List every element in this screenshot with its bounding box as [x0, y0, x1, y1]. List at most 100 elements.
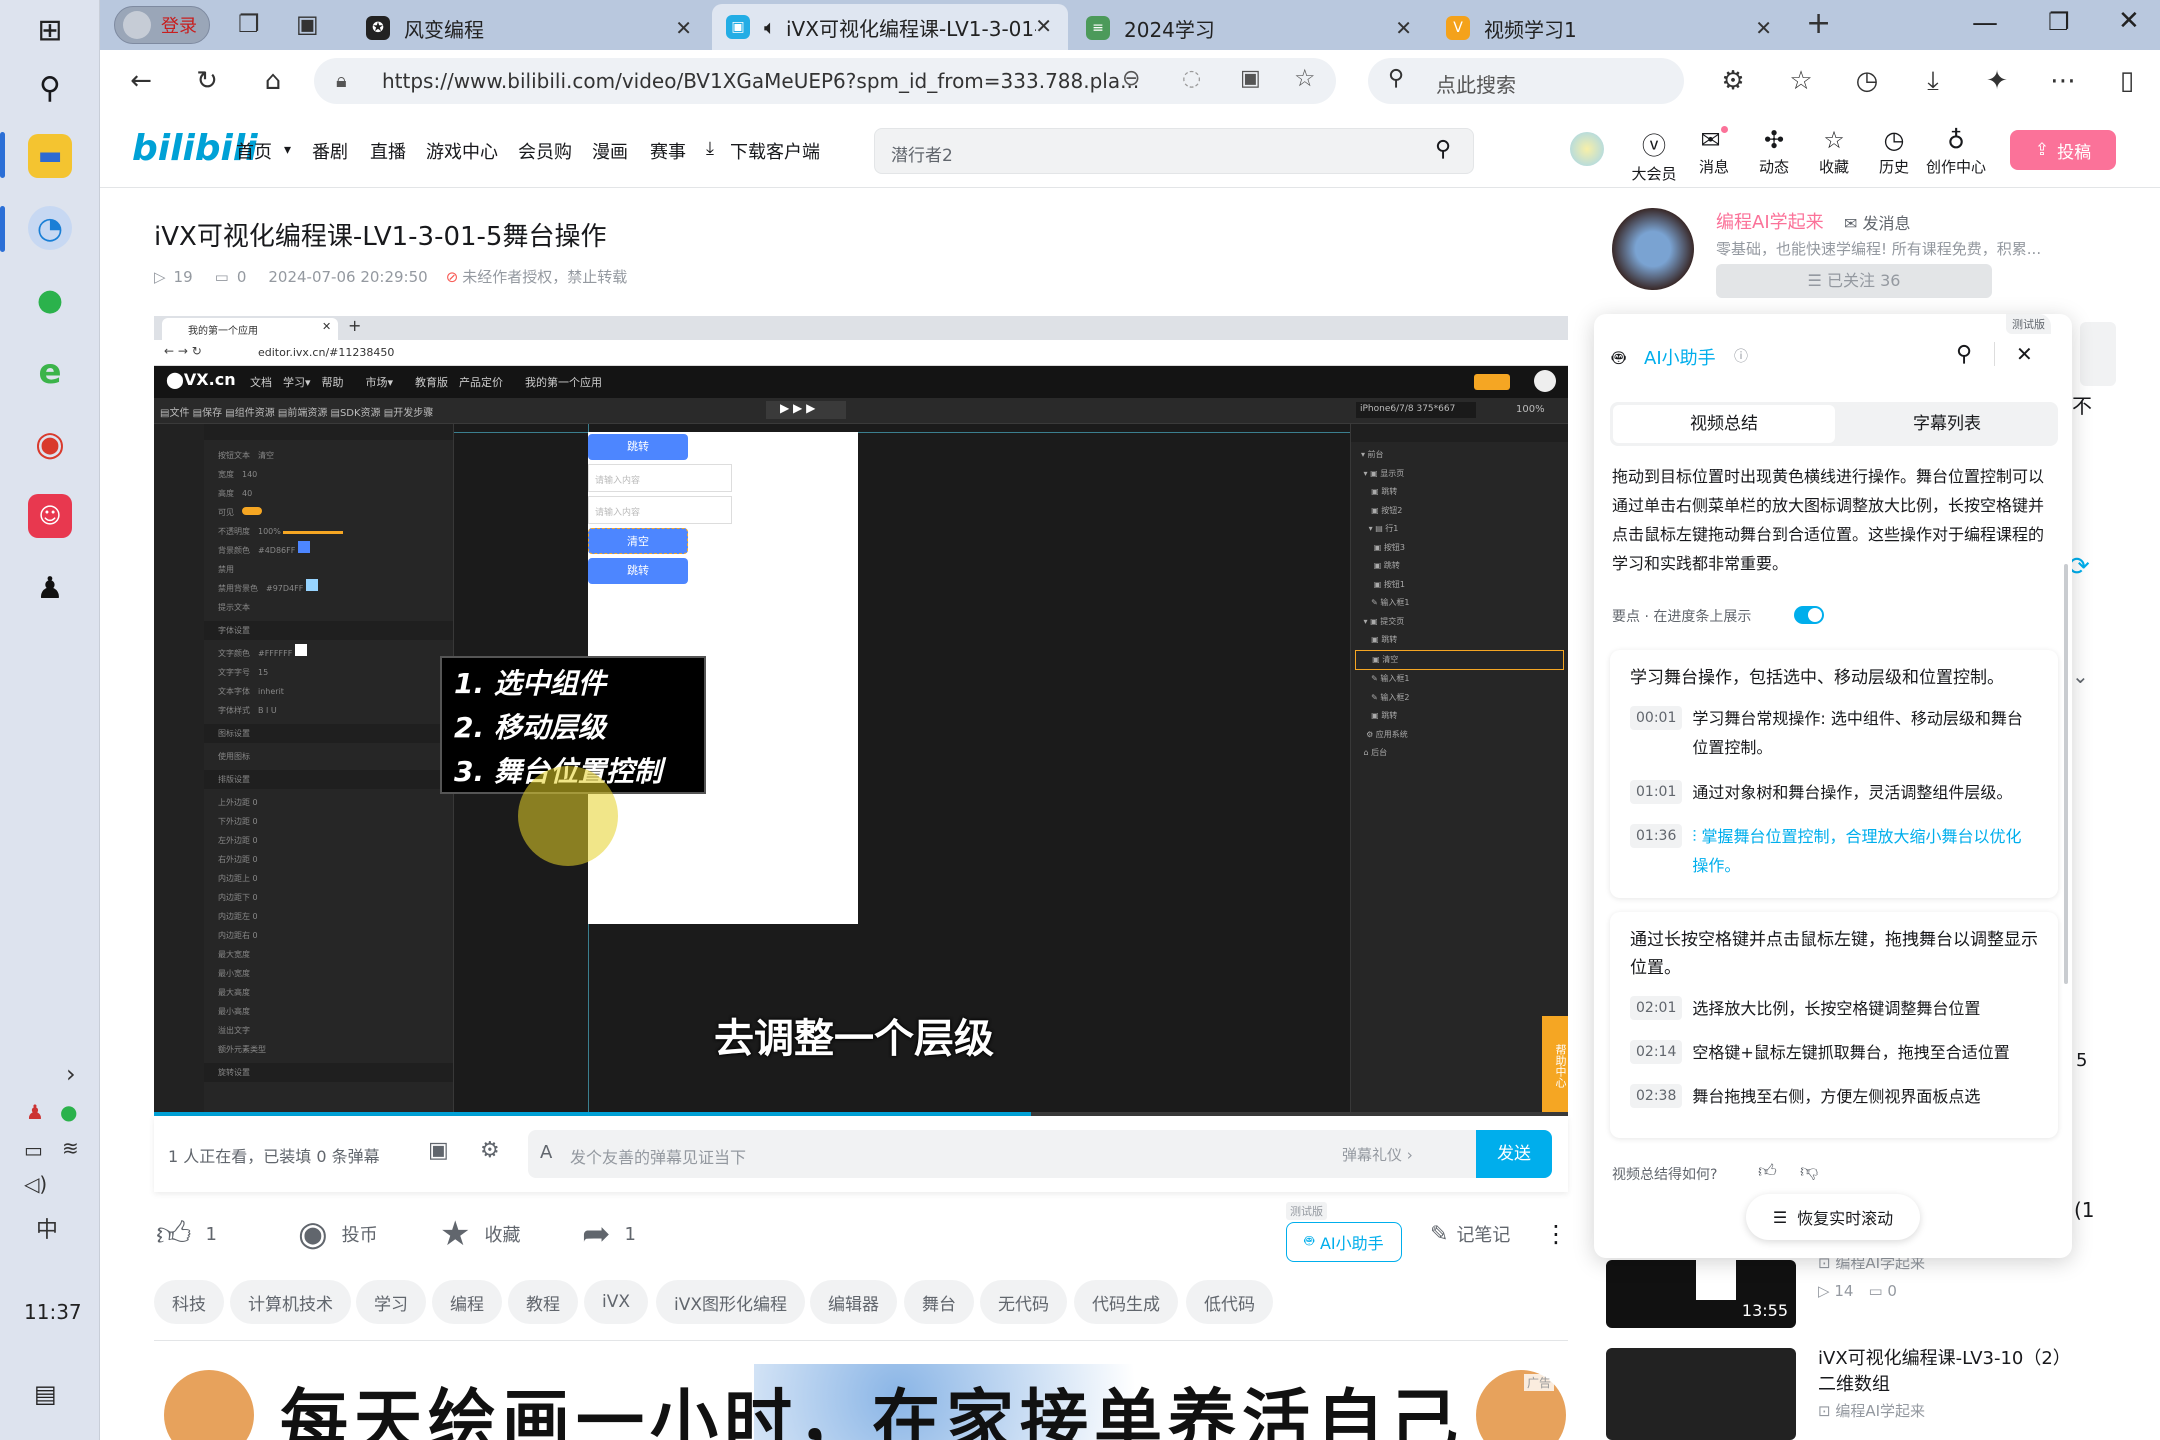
extensions-icon[interactable]: ⚙	[1712, 60, 1754, 102]
tag[interactable]: 编程	[432, 1280, 502, 1324]
speaker-icon[interactable]: 🔈︎	[764, 15, 776, 39]
close-window-icon[interactable]: ✕	[2118, 6, 2140, 36]
browser-search-box[interactable]: ⚲ 点此搜索	[1368, 58, 1684, 104]
tag[interactable]: 教程	[508, 1280, 578, 1324]
edge-spin-icon[interactable]: ◌	[1182, 66, 1201, 91]
history-nav[interactable]: ◷ 历史	[1870, 126, 1918, 177]
close-icon[interactable]: ✕	[1395, 16, 1412, 40]
nav-game-center[interactable]: 游戏中心	[426, 138, 498, 164]
tag[interactable]: 代码生成	[1074, 1280, 1178, 1324]
tag[interactable]: 计算机技术	[230, 1280, 351, 1324]
workspaces-icon[interactable]: ❐	[238, 10, 260, 38]
download-icon[interactable]: ⤓	[1912, 60, 1954, 102]
up-avatar[interactable]	[1612, 208, 1694, 290]
wechat-tray-icon[interactable]: ●	[60, 1100, 77, 1124]
minimize-icon[interactable]: —	[1972, 8, 1998, 38]
danmaku-toggle-icon[interactable]: ▣	[428, 1138, 449, 1163]
tab-actions-icon[interactable]: ▣	[296, 10, 319, 38]
messages-nav[interactable]: ✉ 消息	[1690, 126, 1738, 177]
danmaku-settings-icon[interactable]: ⚙	[480, 1138, 500, 1163]
bilibili-search-input[interactable]: 潜行者2 ⚲	[874, 128, 1474, 174]
close-icon[interactable]: ✕	[1755, 16, 1772, 40]
send-message-link[interactable]: ✉ 发消息	[1844, 210, 1911, 234]
zoom-icon[interactable]: ⊖	[1122, 66, 1140, 91]
user-avatar[interactable]	[1570, 132, 1604, 166]
edge-browser-icon[interactable]: ◔	[28, 206, 72, 250]
tag[interactable]: iVX图形化编程	[656, 1280, 805, 1324]
more-options-icon[interactable]: ⋮	[1544, 1198, 1568, 1270]
rec-thumbnail-2[interactable]	[1606, 1348, 1796, 1440]
favorites-icon[interactable]: ☆	[1780, 60, 1822, 102]
outline-item[interactable]: 02:38 舞台拖拽至右侧，方便左侧视界面板点选	[1630, 1082, 2044, 1111]
search-icon[interactable]: ⚲	[28, 66, 72, 110]
clock-time[interactable]: 11:37	[24, 1300, 82, 1324]
refresh-icon[interactable]: ↻	[186, 60, 228, 102]
tag[interactable]: 舞台	[904, 1280, 974, 1324]
new-tab-icon[interactable]: +	[1806, 6, 1831, 41]
outline-item[interactable]: 00:01 学习舞台常规操作: 选中组件、移动层级和舞台位置控制。	[1630, 704, 2044, 762]
tag[interactable]: 编辑器	[810, 1280, 897, 1324]
nav-mall[interactable]: 会员购	[518, 138, 572, 164]
thumbs-up-icon[interactable]: 👍︎	[1758, 1160, 1777, 1182]
chevron-right-icon[interactable]: ›	[66, 1060, 76, 1088]
nav-home[interactable]: 首页	[236, 138, 272, 164]
wechat-icon[interactable]: ●	[28, 278, 72, 322]
tab-fengbian[interactable]: ✪ 风变编程 ✕	[352, 6, 708, 50]
sidebar-toggle-icon[interactable]: ▯	[2106, 60, 2148, 102]
profile-login-button[interactable]: 登录	[114, 6, 210, 44]
qq-tray-icon[interactable]: ♟	[26, 1100, 44, 1124]
nav-manga[interactable]: 漫画	[592, 138, 628, 164]
danmaku-input[interactable]: A 发个友善的弹幕见证当下 弹幕礼仪 ›	[528, 1130, 1476, 1178]
favorite-star-icon[interactable]: ☆	[1294, 64, 1316, 92]
tab-2024-study[interactable]: ≡ 2024学习 ✕	[1072, 6, 1428, 50]
tab-video-summary[interactable]: 视频总结	[1613, 405, 1835, 443]
download-client-icon[interactable]: ⤓	[706, 138, 714, 159]
restore-icon[interactable]: ❐	[2048, 8, 2070, 36]
copilot-icon[interactable]: ✦	[1976, 60, 2018, 102]
text-style-icon[interactable]: A	[540, 1142, 552, 1163]
nav-download-client[interactable]: 下载客户端	[730, 138, 820, 164]
vip-nav[interactable]: ⓥ 大会员	[1630, 126, 1678, 184]
windows-start-icon[interactable]: ⊞	[28, 8, 72, 52]
favorites-nav[interactable]: ☆ 收藏	[1810, 126, 1858, 177]
tab-video-study[interactable]: V 视频学习1 ✕	[1432, 6, 1788, 50]
danmaku-etiquette-link[interactable]: 弹幕礼仪 ›	[1342, 1144, 1413, 1165]
notes-button[interactable]: ✎ 记笔记	[1430, 1198, 1510, 1270]
lock-icon[interactable]: 🔒︎	[336, 68, 347, 92]
creator-center-nav[interactable]: ♁ 创作中心	[1922, 126, 1990, 177]
scrollbar[interactable]	[2064, 564, 2068, 984]
nav-esports[interactable]: 赛事	[650, 138, 686, 164]
address-bar[interactable]: 🔒︎ https://www.bilibili.com/video/BV1XGa…	[314, 58, 1336, 104]
tab-ivx-video[interactable]: ▣ 🔈︎ iVX可视化编程课-LV1-3-01-5 ✕	[712, 4, 1068, 50]
dynamics-nav[interactable]: ✣ 动态	[1750, 126, 1798, 177]
wifi-icon[interactable]: ≋	[62, 1136, 79, 1160]
search-icon[interactable]: ⚲	[1435, 137, 1451, 162]
chevron-down-icon[interactable]: ▾	[284, 142, 291, 158]
nav-live[interactable]: 直播	[370, 138, 406, 164]
chrome-icon[interactable]: ◉	[28, 422, 72, 466]
thumbs-down-icon[interactable]: 👎︎	[1800, 1160, 1818, 1182]
close-icon[interactable]: ✕	[1035, 14, 1052, 38]
outline-item[interactable]: 02:01 选择放大比例，长按空格键调整舞台位置	[1630, 994, 2044, 1023]
up-name[interactable]: 编程AI学起来	[1716, 208, 1824, 234]
upload-button[interactable]: ⇪ 投稿	[2010, 130, 2116, 170]
volume-icon[interactable]: ◁)	[24, 1172, 47, 1196]
close-icon[interactable]: ✕	[675, 16, 692, 40]
search-icon[interactable]: ⚲	[1956, 342, 1972, 367]
tag[interactable]: 低代码	[1186, 1280, 1273, 1324]
help-center-tab[interactable]: 帮助中心	[1542, 1016, 1568, 1116]
restore-scroll-button[interactable]: ☰ 恢复实时滚动	[1746, 1194, 1920, 1240]
share-button[interactable]: ➦ 1	[582, 1198, 636, 1270]
outline-item[interactable]: 01:01 通过对象树和舞台操作，灵活调整组件层级。	[1630, 778, 2044, 807]
battery-icon[interactable]: ▭	[24, 1138, 43, 1162]
qq-icon[interactable]: ♟	[28, 566, 72, 610]
history-icon[interactable]: ◷	[1846, 60, 1888, 102]
tag[interactable]: iVX	[584, 1280, 648, 1324]
nav-anime[interactable]: 番剧	[312, 138, 348, 164]
tag[interactable]: 学习	[356, 1280, 426, 1324]
file-explorer-icon[interactable]: ▬	[28, 134, 72, 178]
more-icon[interactable]: ⋯	[2042, 60, 2084, 102]
back-icon[interactable]: ←	[120, 60, 162, 102]
ime-indicator[interactable]: 中	[36, 1212, 58, 1244]
video-player[interactable]: 我的第一个应用 ✕ + ← → ↻ editor.ivx.cn/#1123845…	[154, 316, 1568, 1116]
